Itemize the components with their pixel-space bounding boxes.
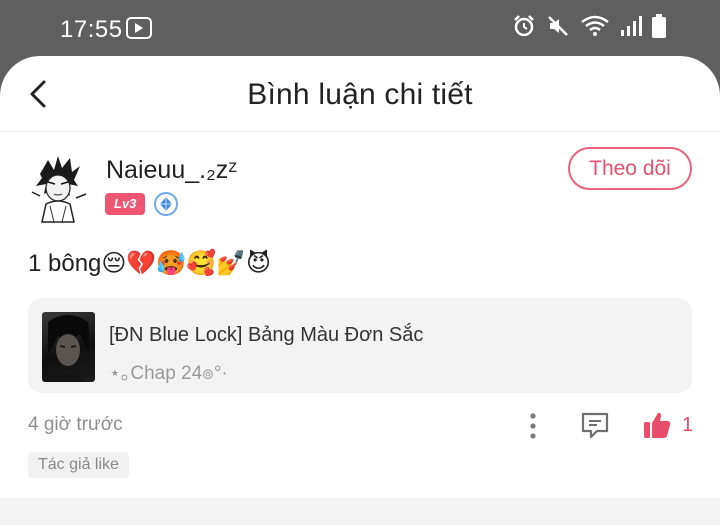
more-vertical-icon [530,413,536,439]
mute-icon [546,14,570,43]
thumbs-up-icon [644,412,671,438]
battery-icon [652,14,666,43]
youtube-notification-icon [126,17,152,39]
author-liked-badge: Tác giả like [28,452,129,478]
signal-icon [620,14,642,43]
status-icons [512,14,666,43]
like-count: 1 [682,413,694,436]
alarm-icon [512,14,536,43]
status-bar: 17:55 [0,0,720,56]
section-divider [0,498,720,525]
status-time: 17:55 [60,16,123,43]
top-bar: Bình luận chi tiết [0,56,720,132]
like-button[interactable]: 1 [642,408,693,442]
story-card[interactable]: [ĐN Blue Lock] Bảng Màu Đơn Sắc ⋆｡Chap 2… [28,298,692,393]
page-title: Bình luận chi tiết [247,78,473,111]
level-badge: Lv3 [105,193,146,215]
avatar[interactable] [28,152,88,224]
username[interactable]: Naieuu_.₂zᶻ [106,156,237,185]
comment-time: 4 giờ trước [28,414,123,435]
wifi-icon [580,14,610,43]
follow-button[interactable]: Theo dõi [568,147,692,190]
story-cover-image [42,312,95,382]
more-options-button[interactable] [522,410,544,442]
diamond-badge-icon [154,192,179,216]
story-title: [ĐN Blue Lock] Bảng Màu Đơn Sắc [109,324,424,346]
story-chapter: ⋆｡Chap 24๏°· [109,363,228,384]
reply-button[interactable] [580,410,610,440]
comment-icon [581,412,609,439]
comment-text: 1 bông😔💔🥵🥰💅😈 [28,250,271,277]
comment-meta-row: 4 giờ trước 1 [0,406,720,446]
user-badges: Lv3 [105,192,179,216]
